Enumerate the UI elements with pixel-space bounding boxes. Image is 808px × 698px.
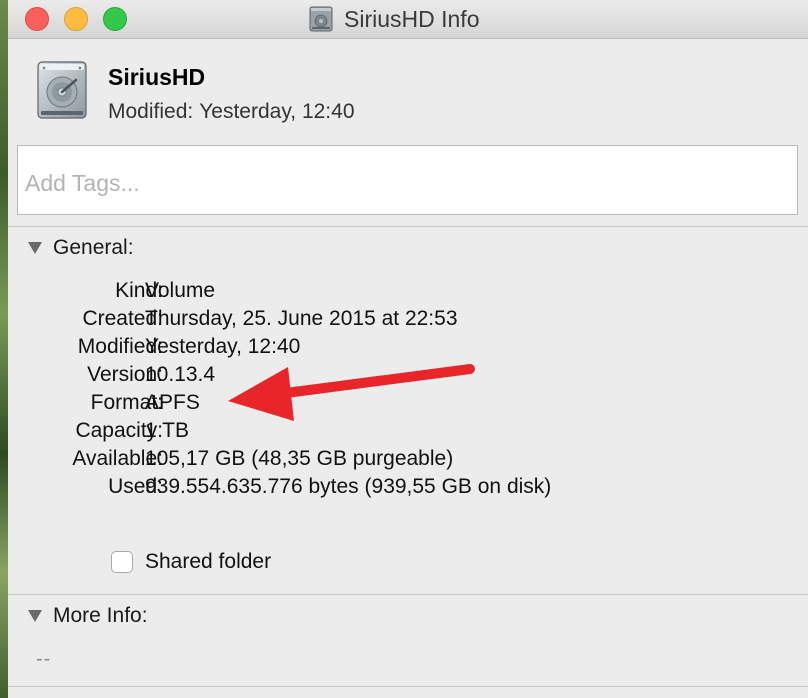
detail-value: 105,17 GB (48,35 GB purgeable) [145, 447, 454, 470]
minimize-button[interactable] [64, 7, 88, 31]
detail-row-kind: Kind: Volume [8, 279, 808, 307]
general-section-header[interactable]: General: [28, 236, 134, 260]
more-info-section-header[interactable]: More Info: [28, 604, 148, 628]
item-modified: Modified: Yesterday, 12:40 [108, 100, 355, 124]
close-button[interactable] [25, 7, 49, 31]
divider [8, 226, 808, 227]
hard-drive-icon [309, 6, 333, 32]
modified-label: Modified: [108, 100, 194, 123]
detail-value: Thursday, 25. June 2015 at 22:53 [145, 307, 458, 330]
disclosure-triangle-icon[interactable] [28, 610, 42, 622]
title-bar[interactable]: SiriusHD Info [8, 0, 808, 39]
divider [8, 594, 808, 595]
divider [8, 686, 808, 687]
red-arrow-annotation [228, 364, 475, 421]
modified-value: Yesterday, 12:40 [199, 100, 355, 123]
shared-folder-checkbox[interactable] [111, 551, 133, 573]
more-info-value: -- [36, 648, 52, 670]
tags-input[interactable] [17, 145, 798, 215]
shared-folder-option[interactable]: Shared folder [111, 550, 271, 574]
info-window: SiriusHD Info SiriusHD Modified: Yesterda… [8, 0, 808, 698]
hard-drive-icon [37, 61, 87, 119]
detail-value: 10.13.4 [145, 363, 216, 386]
detail-row-created: Created: Thursday, 25. June 2015 at 22:5… [8, 307, 808, 335]
info-header: SiriusHD Modified: Yesterday, 12:40 [8, 38, 808, 142]
general-section-label: General: [53, 236, 134, 259]
detail-value: Volume [145, 279, 216, 302]
disclosure-triangle-icon[interactable] [28, 242, 42, 254]
item-name: SiriusHD [108, 64, 206, 90]
shared-folder-label: Shared folder [145, 550, 272, 573]
more-info-section-label: More Info: [53, 604, 148, 627]
detail-row-used: Used: 939.554.635.776 bytes (939,55 GB o… [8, 475, 808, 503]
detail-row-available: Available: 105,17 GB (48,35 GB purgeable… [8, 447, 808, 475]
zoom-button[interactable] [103, 7, 127, 31]
window-title: SiriusHD Info [344, 5, 480, 32]
detail-value: APFS [145, 391, 200, 414]
window-title-group: SiriusHD Info [308, 5, 479, 33]
detail-value: 1 TB [145, 419, 189, 442]
detail-value: 939.554.635.776 bytes (939,55 GB on disk… [145, 475, 552, 498]
